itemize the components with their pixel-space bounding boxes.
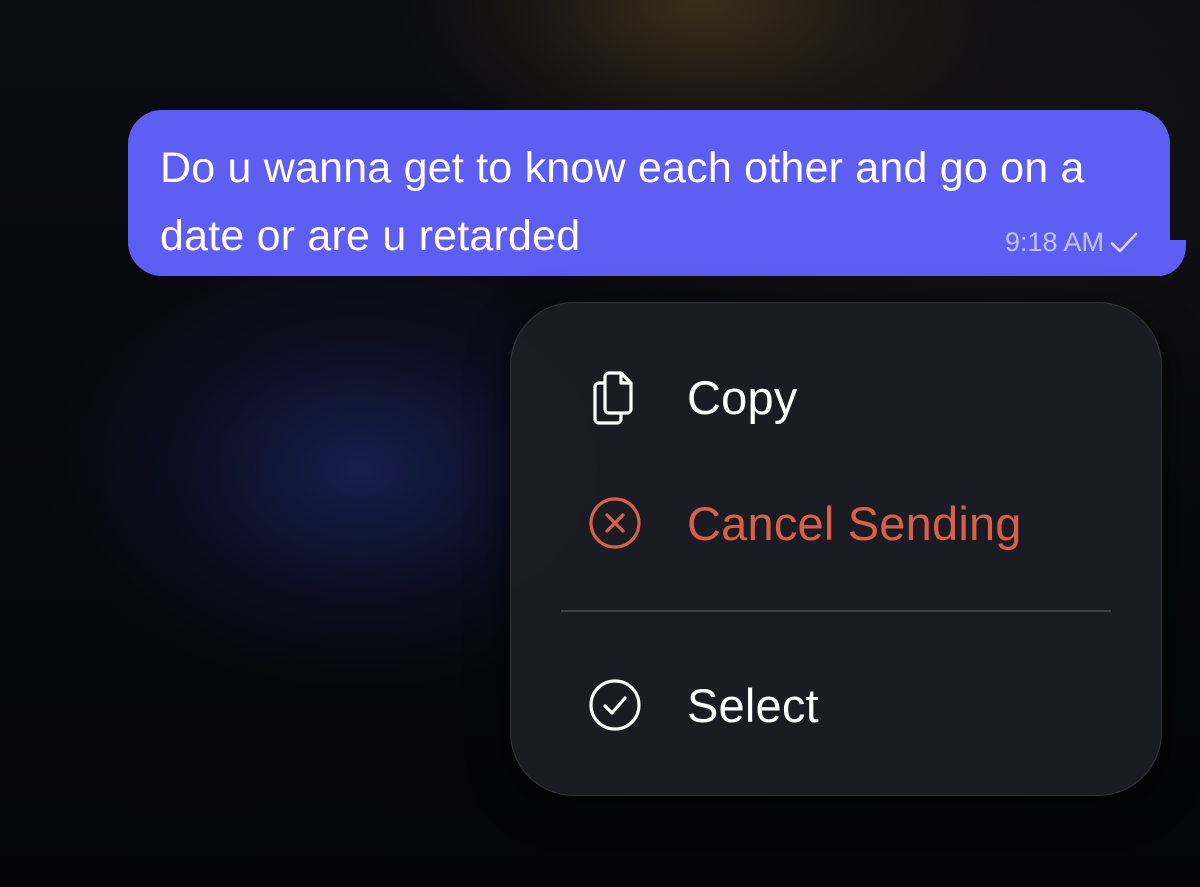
menu-item-label: Copy [687,370,798,424]
bubble-tail [1146,240,1186,276]
outgoing-message-bubble[interactable]: Do u wanna get to know each other and go… [128,110,1186,276]
menu-divider [561,610,1111,612]
copy-icon [587,369,643,425]
chat-background: Do u wanna get to know each other and go… [0,0,1200,887]
cancel-circle-icon [587,495,643,551]
menu-item-copy[interactable]: Copy [511,349,1161,445]
menu-item-label: Cancel Sending [687,496,1022,550]
message-context-menu: Copy Cancel Sending Select [510,302,1162,796]
menu-item-cancel-sending[interactable]: Cancel Sending [511,475,1161,571]
message-text: Do u wanna get to know each other and go… [160,144,1085,260]
menu-item-label: Select [687,678,819,732]
message-time: 9:18 AM [1004,227,1104,257]
checkmark-circle-icon [587,677,643,733]
message-meta: 9:18 AM [1005,227,1140,258]
menu-item-select[interactable]: Select [511,657,1161,753]
single-check-icon [1110,232,1138,252]
